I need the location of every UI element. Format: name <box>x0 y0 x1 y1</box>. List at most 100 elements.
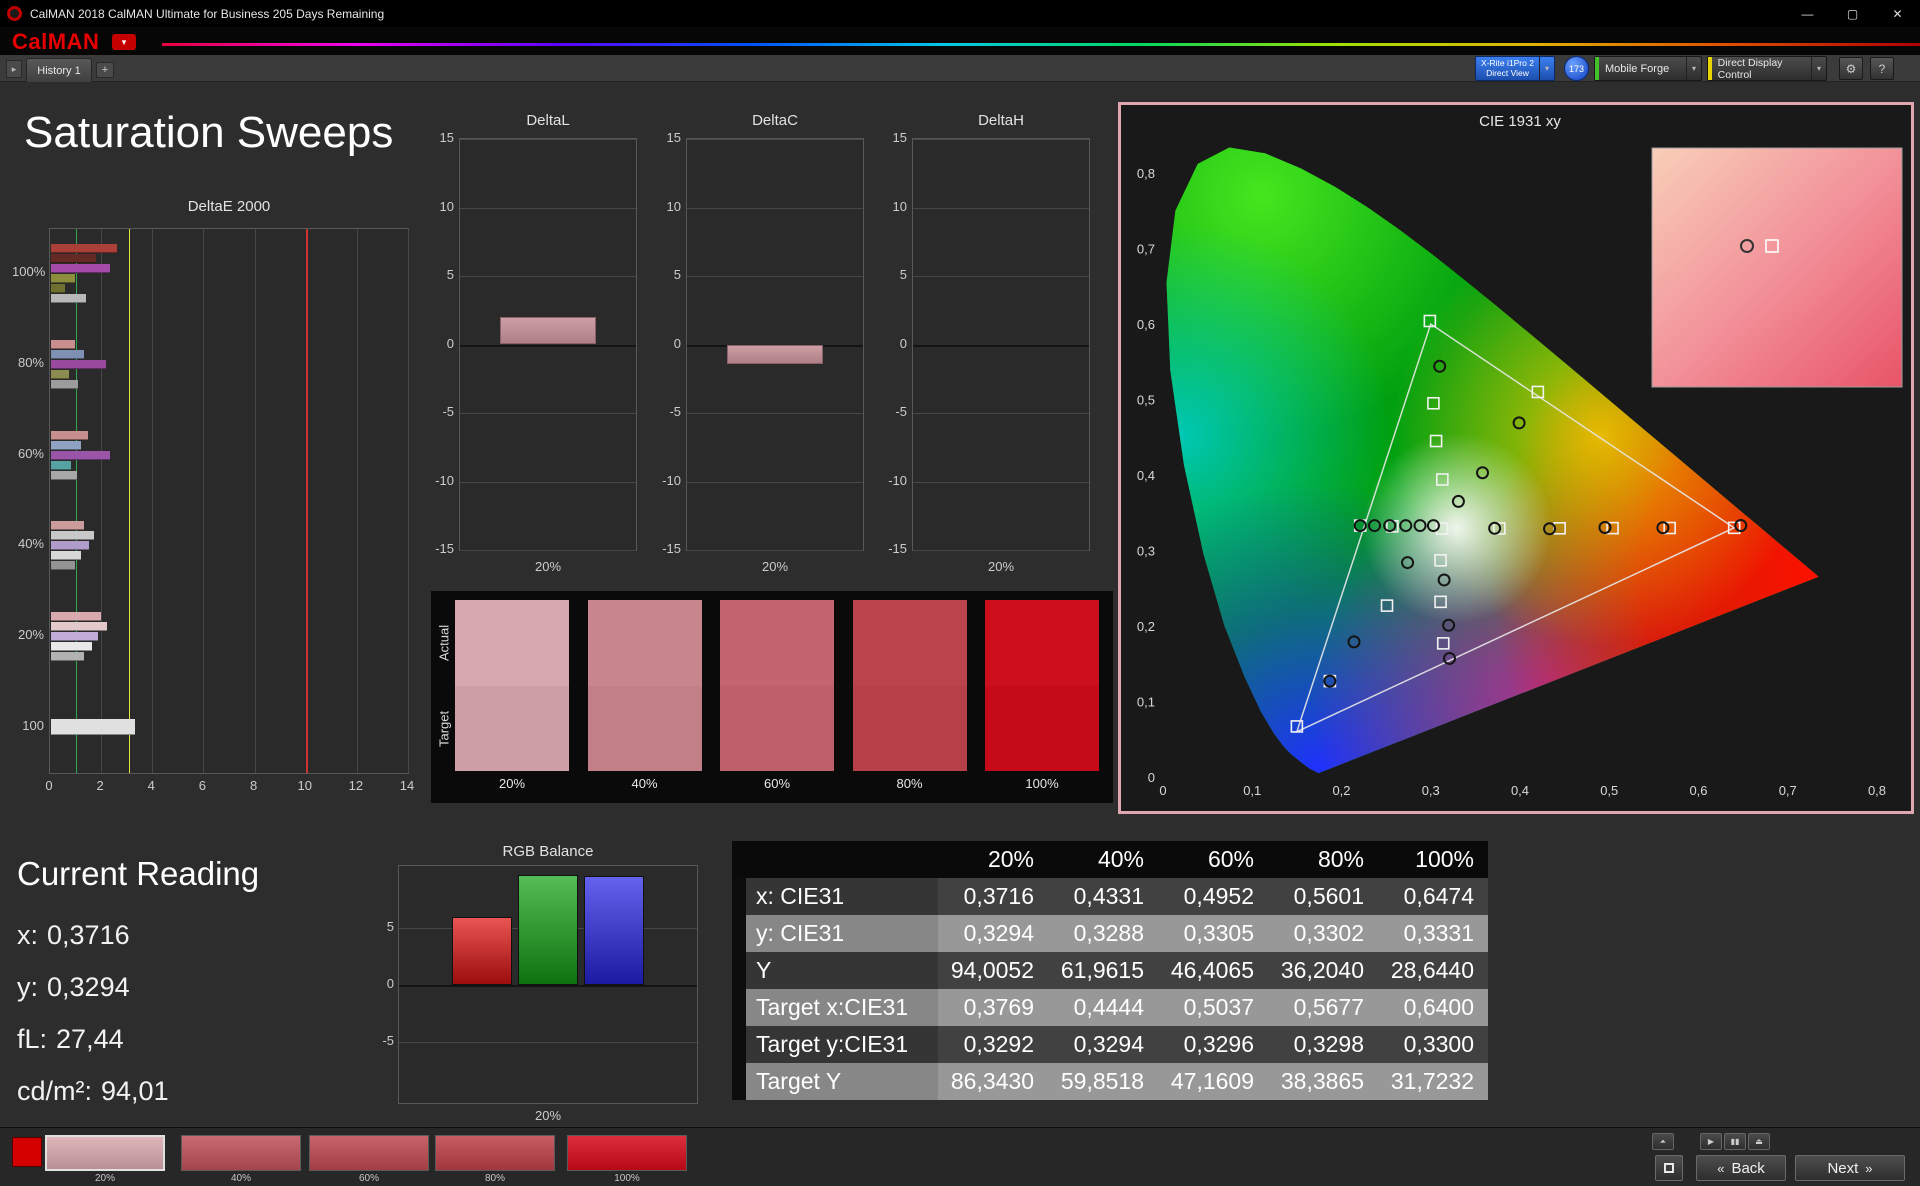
gridline <box>913 207 1089 209</box>
deltae-bar <box>51 284 66 294</box>
gridline <box>460 207 636 209</box>
stop-button[interactable] <box>1655 1155 1683 1181</box>
reading-x: x: 0,3716 <box>17 920 130 951</box>
swatch-40% <box>587 600 702 771</box>
play-button[interactable]: ▶ <box>1700 1133 1722 1150</box>
deltae-bar <box>51 470 77 480</box>
add-tab-button[interactable]: + <box>96 62 114 78</box>
column-header: 100% <box>1378 841 1488 878</box>
y-tick-label: 10 <box>439 198 454 214</box>
table-cell: 0,3331 <box>1378 915 1488 952</box>
deltae-bar <box>51 561 76 571</box>
x-tick-label: 12 <box>348 778 364 793</box>
swatch-60% <box>720 600 834 771</box>
table-cell: 0,4444 <box>1048 989 1158 1026</box>
table-cell: 86,3430 <box>938 1063 1048 1100</box>
settings-button[interactable]: ⚙ <box>1839 57 1863 80</box>
target-color <box>720 686 834 771</box>
y-tick-label: -15 <box>435 541 454 556</box>
eject-button[interactable]: ⏏ <box>1748 1133 1770 1150</box>
y-group-label: 100% <box>12 264 46 280</box>
meter-select[interactable]: X-Rite i1Pro 2 Direct View ▾ <box>1475 56 1555 81</box>
tab-history-1[interactable]: History 1 <box>26 58 92 82</box>
y-tick-label: 10 <box>666 198 681 214</box>
patch-40%[interactable] <box>181 1135 301 1171</box>
reading-label: x: <box>17 920 39 950</box>
patch-label: 80% <box>484 1173 505 1184</box>
display-stripe <box>1708 57 1712 80</box>
meter-status-badge[interactable]: 173 <box>1564 56 1589 81</box>
cie-svg: 0 0,1 0,2 0,3 0,4 0,5 0,6 0,7 0,8 0 0,1 0,2 0,3 0,4 0,… <box>1137 147 1903 798</box>
gear-icon: ⚙ <box>1845 61 1857 76</box>
y-tick-label: 0,8 <box>1137 166 1155 181</box>
patch-80%[interactable] <box>435 1135 555 1171</box>
deltae-bar <box>51 254 96 264</box>
source-stripe <box>1595 57 1599 80</box>
page-title: Saturation Sweeps <box>24 108 394 157</box>
target-color <box>587 686 702 771</box>
help-button[interactable]: ? <box>1870 57 1894 80</box>
pause-button[interactable]: ▮▮ <box>1724 1133 1746 1150</box>
tab-scroll-button[interactable]: ▸ <box>6 60 22 78</box>
y-tick-label: 10 <box>892 198 907 214</box>
rgb-plot <box>398 865 698 1104</box>
x-tick-label: 10 <box>297 778 312 793</box>
swatch-100% <box>985 600 1099 771</box>
collapse-panel-button[interactable]: ⏶ <box>1652 1133 1674 1150</box>
source-select[interactable]: Mobile Forge ▾ <box>1594 56 1702 81</box>
table-cell: 61,9615 <box>1048 952 1158 989</box>
table-cell: 0,3300 <box>1378 1026 1488 1063</box>
actual-color <box>852 600 967 686</box>
window-controls: — ▢ ✕ <box>1785 0 1920 27</box>
actual-color <box>985 600 1099 686</box>
y-tick-label: 15 <box>892 130 907 145</box>
maximize-button[interactable]: ▢ <box>1830 0 1875 27</box>
close-button[interactable]: ✕ <box>1875 0 1920 27</box>
rgb-bar-green <box>518 875 578 986</box>
table-cell: 0,3716 <box>938 878 1048 915</box>
gridline <box>687 481 863 483</box>
back-button[interactable]: « Back <box>1696 1155 1786 1181</box>
logo-dropdown-button[interactable]: ▾ <box>112 34 136 50</box>
gridline <box>687 139 863 140</box>
patch-20%[interactable] <box>45 1135 165 1171</box>
gridline <box>460 344 636 347</box>
y-tick-label: 5 <box>446 267 454 282</box>
meter-line2: Direct View <box>1486 67 1529 78</box>
gridline <box>687 550 863 551</box>
table-row: Target y:CIE31 0,3292 0,3294 0,3296 0,3298 0,… <box>732 1026 1488 1063</box>
target-color <box>852 686 967 771</box>
reference-line <box>305 229 308 773</box>
gridline <box>913 481 1089 483</box>
delta-bar <box>500 317 596 345</box>
row-label: Target x:CIE31 <box>746 989 938 1026</box>
rgb-balance-chart: RGB Balance 20% 5 0 -5 <box>360 843 705 1123</box>
tab-bar: ▸ History 1 + X-Rite i1Pro 2 Direct View… <box>0 55 1920 82</box>
x-tick-label: 0,4 <box>1511 783 1529 798</box>
table-cell: 0,4952 <box>1158 878 1268 915</box>
actual-color <box>587 600 702 686</box>
gridline <box>101 229 103 773</box>
app-window: CalMAN 2018 CalMAN Ultimate for Business… <box>0 0 1920 1186</box>
deltae-bar <box>51 612 101 621</box>
current-patch-preview <box>12 1137 42 1167</box>
deltae-bar <box>51 652 85 661</box>
table-cell: 59,8518 <box>1048 1063 1158 1100</box>
patch-100%[interactable] <box>567 1135 687 1171</box>
minimize-button[interactable]: — <box>1785 0 1830 27</box>
swatch-20% <box>455 600 569 771</box>
next-button[interactable]: Next » <box>1795 1155 1905 1181</box>
row-label: Y <box>746 952 938 989</box>
deltae-bar <box>51 632 99 641</box>
gridline <box>460 139 636 140</box>
y-group-label: 60% <box>17 445 44 461</box>
column-header: 60% <box>1158 841 1268 878</box>
column-header: 20% <box>938 841 1048 878</box>
swatch-label: 60% <box>763 776 791 791</box>
table-cell: 47,1609 <box>1158 1063 1268 1100</box>
patch-60%[interactable] <box>309 1135 429 1171</box>
x-tick-label: 14 <box>399 778 415 793</box>
display-control-select[interactable]: Direct Display Control ▾ <box>1707 56 1827 81</box>
x-tick-label: 8 <box>249 778 258 793</box>
deltae-2000-chart: DeltaE 2000 100% 80% 60% 40% 20% 100 0 2 4 6 8 10 12… <box>12 198 414 798</box>
